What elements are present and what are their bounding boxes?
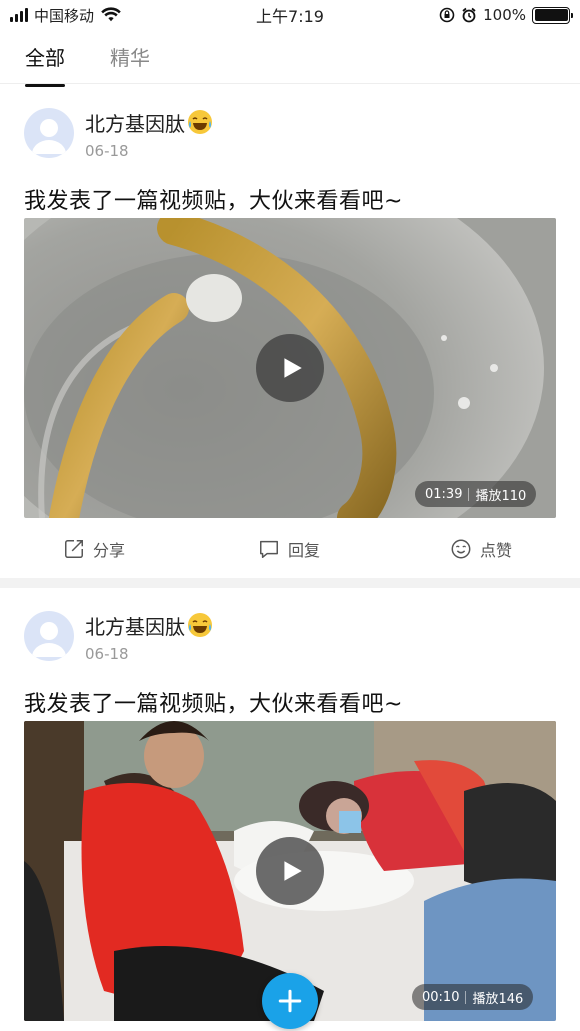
post-date: 06-18 [85, 142, 129, 160]
share-button[interactable]: 分享 [63, 537, 125, 561]
laughing-emoji-icon [188, 613, 212, 637]
video-meta-badge: 00:10 播放146 [412, 984, 534, 1010]
video-thumbnail[interactable]: 01:39 播放110 [24, 218, 556, 518]
like-button[interactable]: 点赞 [450, 537, 512, 561]
post-card[interactable]: 北方基因肽 06-18 我发表了一篇视频贴，大伙来看看吧~ [0, 0, 580, 578]
like-label: 点赞 [480, 541, 513, 560]
reply-button[interactable]: 回复 [258, 537, 320, 561]
section-divider [0, 578, 580, 588]
author-name[interactable]: 北方基因肽 [85, 615, 185, 639]
post-title[interactable]: 我发表了一篇视频贴，大伙来看看吧~ [24, 183, 403, 215]
share-label: 分享 [93, 541, 126, 560]
reply-label: 回复 [288, 541, 321, 560]
video-meta-badge: 01:39 播放110 [415, 481, 537, 507]
comment-icon [260, 540, 278, 558]
play-icon [284, 861, 302, 881]
video-duration: 00:10 [422, 989, 460, 1005]
avatar[interactable] [24, 611, 74, 661]
play-button[interactable] [256, 837, 324, 905]
share-icon [65, 540, 83, 558]
laughing-emoji-icon [188, 110, 212, 134]
plus-icon [278, 989, 302, 1013]
post-actions: 分享 回复 点赞 [0, 522, 580, 578]
add-post-button[interactable] [262, 973, 318, 1029]
video-duration: 01:39 [425, 486, 463, 502]
play-button[interactable] [256, 334, 324, 402]
post-date: 06-18 [85, 645, 129, 663]
author-name-row[interactable]: 北方基因肽 [85, 108, 213, 137]
video-plays: 播放146 [472, 991, 524, 1007]
author-name-row[interactable]: 北方基因肽 [85, 611, 213, 640]
avatar[interactable] [24, 108, 74, 158]
play-icon [284, 358, 302, 378]
post-title[interactable]: 我发表了一篇视频贴，大伙来看看吧~ [24, 686, 403, 718]
like-icon [451, 539, 471, 559]
author-name[interactable]: 北方基因肽 [85, 112, 185, 136]
video-plays: 播放110 [475, 488, 527, 504]
